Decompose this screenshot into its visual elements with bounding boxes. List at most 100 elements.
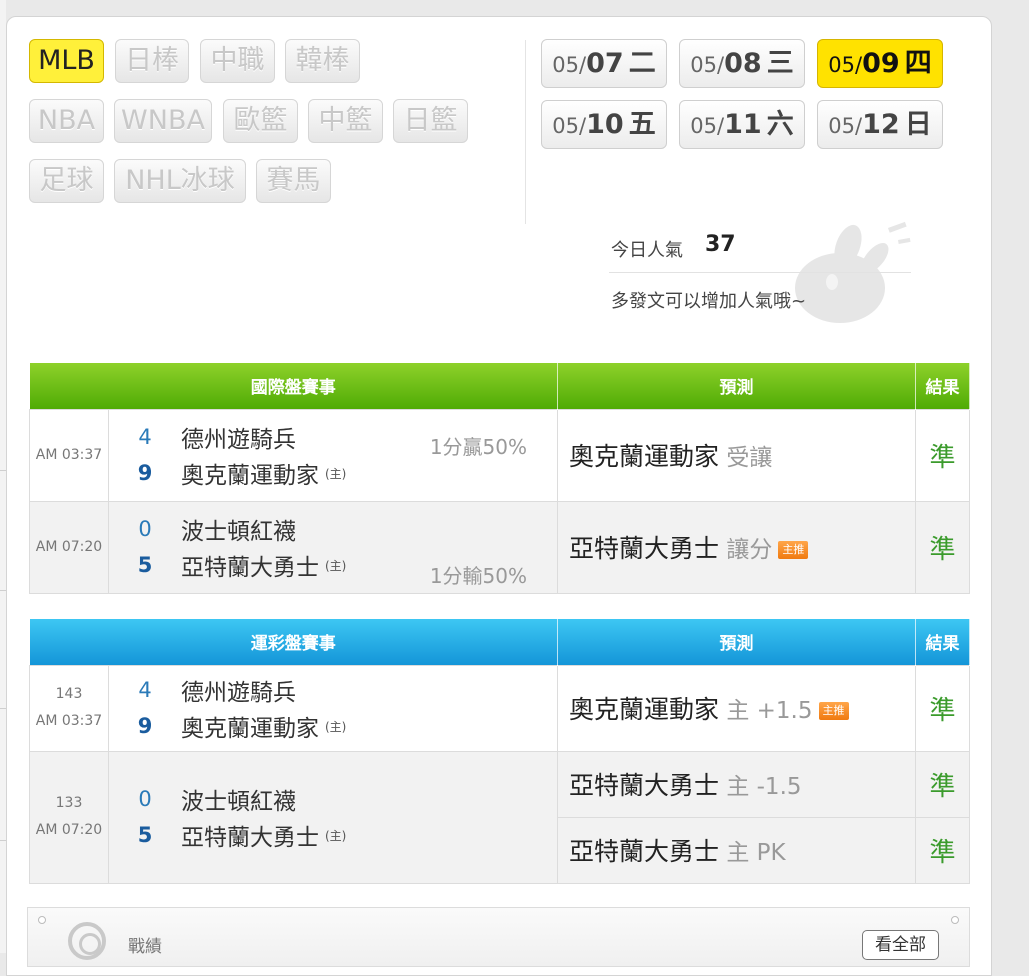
home-score: 5 — [137, 823, 153, 847]
pred-detail: 主 PK — [719, 840, 786, 866]
date-weekday: 五 — [628, 109, 656, 140]
pred-team: 奧克蘭運動家 — [569, 695, 720, 724]
table-row[interactable]: 143 AM 03:37 4 德州遊騎兵 9 奧克蘭運動家 (主) 奧克蘭運動家 主 +… — [29, 664, 970, 752]
category-wnba[interactable]: WNBA — [114, 99, 212, 143]
category-euro-basketball[interactable]: 歐籃 — [223, 99, 298, 143]
game-clock: AM 07:20 — [35, 822, 103, 838]
date-0508[interactable]: 05/08 三 — [679, 39, 805, 88]
date-day: 07 — [586, 48, 624, 79]
category-npb[interactable]: 日棒 — [115, 39, 189, 83]
away-score: 0 — [138, 517, 152, 541]
popularity-value: 37 — [705, 232, 736, 257]
category-soccer[interactable]: 足球 — [29, 159, 104, 203]
game-number: 133 — [55, 795, 83, 811]
result-mark: 準 — [915, 664, 970, 752]
pred-detail: 主 -1.5 — [719, 774, 802, 800]
home-score: 5 — [137, 553, 153, 577]
pred-team: 亞特蘭大勇士 — [569, 534, 720, 563]
home-team[interactable]: 奧克蘭運動家 — [181, 456, 319, 490]
date-month: 05/ — [552, 114, 587, 138]
pred-team: 亞特蘭大勇士 — [569, 837, 720, 866]
game-clock: AM 03:37 — [35, 713, 103, 729]
category-cpbl[interactable]: 中職 — [200, 39, 275, 83]
home-score: 9 — [137, 461, 153, 485]
away-team[interactable]: 德州遊騎兵 — [181, 673, 296, 707]
view-all-button[interactable]: 看全部 — [862, 930, 939, 960]
home-team[interactable]: 奧克蘭運動家 — [181, 709, 319, 743]
date-weekday: 六 — [766, 109, 794, 140]
prediction: 奧克蘭運動家 主 +1.5 主推 — [557, 664, 916, 752]
table-header: 國際盤賽事 預測 結果 — [29, 363, 970, 409]
category-mlb[interactable]: MLB — [29, 39, 104, 83]
game-number: 143 — [55, 686, 83, 702]
date-0511[interactable]: 05/11 六 — [679, 100, 805, 149]
date-day: 08 — [724, 48, 762, 79]
date-0507[interactable]: 05/07 二 — [541, 39, 667, 88]
result-mark: 準 — [915, 500, 970, 594]
table-row[interactable]: AM 03:37 4 德州遊騎兵 1分贏50% 9 奧克蘭運動家 (主) 奧克蘭運動家 … — [29, 408, 970, 502]
mascot-icon — [795, 221, 911, 323]
header-result: 結果 — [915, 619, 970, 665]
header-prediction: 預測 — [557, 619, 916, 665]
category-kbo[interactable]: 韓棒 — [285, 39, 360, 83]
matchup: 4 德州遊騎兵 9 奧克蘭運動家 (主) — [108, 664, 558, 752]
table-row[interactable]: AM 07:20 0 波士頓紅襪 5 亞特蘭大勇士 (主) 1分輸50% 亞特蘭大勇士 … — [29, 500, 970, 594]
date-month: 05/ — [690, 53, 725, 77]
game-time: 143 AM 03:37 — [29, 664, 109, 752]
popularity-label: 今日人氣 — [611, 240, 683, 261]
date-month: 05/ — [552, 53, 587, 77]
odds-text: 1分輸50% — [429, 563, 527, 588]
result-mark: 準 — [915, 816, 970, 884]
matchup: 4 德州遊騎兵 1分贏50% 9 奧克蘭運動家 (主) — [108, 408, 558, 502]
date-weekday: 日 — [904, 109, 932, 140]
category-jp-basketball[interactable]: 日籃 — [393, 99, 468, 143]
pred-detail: 主 +1.5 — [719, 698, 813, 724]
result-mark: 準 — [915, 408, 970, 502]
prediction: 亞特蘭大勇士 讓分 主推 — [557, 500, 916, 594]
date-month: 05/ — [828, 53, 863, 77]
header-prediction: 預測 — [557, 363, 916, 409]
date-weekday: 四 — [904, 48, 932, 79]
featured-badge: 主推 — [818, 702, 849, 720]
home-team[interactable]: 亞特蘭大勇士 — [181, 818, 319, 852]
away-team[interactable]: 波士頓紅襪 — [181, 512, 296, 546]
date-day: 11 — [724, 109, 762, 140]
game-time: 133 AM 07:20 — [29, 750, 109, 884]
away-team[interactable]: 德州遊騎兵 — [181, 420, 296, 454]
away-score: 4 — [138, 678, 152, 702]
table-row[interactable]: 133 AM 07:20 0 波士頓紅襪 5 亞特蘭大勇士 (主) 亞特蘭大勇士 主 -… — [29, 750, 970, 884]
home-marker: (主) — [325, 466, 347, 481]
popularity-tip: 多發文可以增加人氣哦~ — [611, 291, 807, 312]
home-score: 9 — [137, 714, 153, 738]
sports-lottery-table: 運彩盤賽事 預測 結果 143 AM 03:37 4 德州遊騎兵 9 奧克蘭運動家 (主… — [29, 619, 970, 884]
pred-detail: 讓分 — [719, 537, 773, 563]
header-divider — [525, 40, 526, 224]
away-score: 0 — [138, 787, 152, 811]
home-marker: (主) — [325, 719, 347, 734]
home-marker: (主) — [325, 828, 347, 843]
date-0510[interactable]: 05/10 五 — [541, 100, 667, 149]
category-horse-racing[interactable]: 賽馬 — [256, 159, 331, 203]
header-games: 運彩盤賽事 — [29, 619, 558, 665]
game-time: AM 03:37 — [29, 408, 109, 502]
away-score: 4 — [138, 425, 152, 449]
away-team[interactable]: 波士頓紅襪 — [181, 782, 296, 816]
category-nba[interactable]: NBA — [29, 99, 104, 143]
corner-dot — [38, 916, 46, 924]
header-games: 國際盤賽事 — [29, 363, 558, 409]
date-0512[interactable]: 05/12 日 — [817, 100, 943, 149]
table-header: 運彩盤賽事 預測 結果 — [29, 619, 970, 665]
record-label: 戰績 — [128, 937, 162, 957]
home-team[interactable]: 亞特蘭大勇士 — [181, 548, 319, 582]
intl-games-table: 國際盤賽事 預測 結果 AM 03:37 4 德州遊騎兵 1分贏50% 9 奧克蘭運動… — [29, 363, 970, 594]
header-result: 結果 — [915, 363, 970, 409]
category-cn-basketball[interactable]: 中籃 — [308, 99, 383, 143]
date-0509[interactable]: 05/09 四 — [817, 39, 943, 88]
category-nhl[interactable]: NHL冰球 — [114, 159, 246, 203]
pred-team: 奧克蘭運動家 — [569, 442, 720, 471]
result-mark: 準 — [915, 750, 970, 818]
matchup: 0 波士頓紅襪 5 亞特蘭大勇士 (主) — [108, 750, 558, 884]
date-day: 12 — [862, 109, 900, 140]
date-weekday: 三 — [766, 48, 794, 79]
date-weekday: 二 — [628, 48, 656, 79]
